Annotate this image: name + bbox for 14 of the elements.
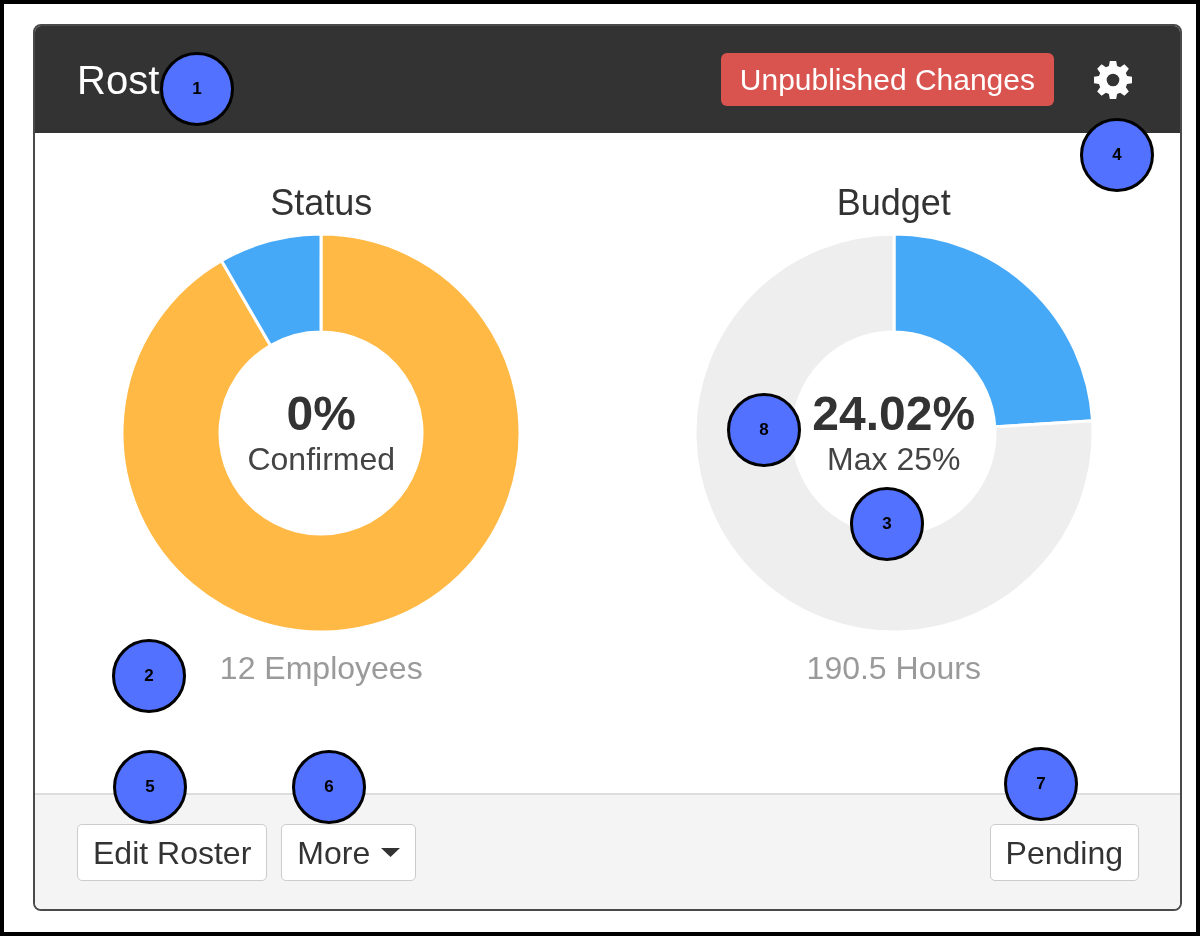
chart-total: 190.5 Hours	[806, 649, 981, 687]
dropdown-button[interactable]: More	[281, 824, 417, 881]
percent-value: 24.02%	[812, 388, 976, 441]
chart-title: Status	[270, 181, 373, 224]
action-button[interactable]: Pending	[989, 824, 1139, 881]
chart-caption: Max 25%	[826, 441, 962, 478]
status-badge: Unpublished Changes	[720, 53, 1054, 106]
card-title: Rost	[77, 59, 160, 100]
chart-caption: Confirmed	[247, 441, 396, 478]
percent-value: 0%	[285, 388, 357, 441]
action-button[interactable]: Edit Roster	[77, 824, 268, 881]
chart-total: 12 Employees	[219, 649, 423, 687]
chart-title: Budget	[836, 181, 951, 224]
settings-icon[interactable]	[1094, 60, 1132, 99]
